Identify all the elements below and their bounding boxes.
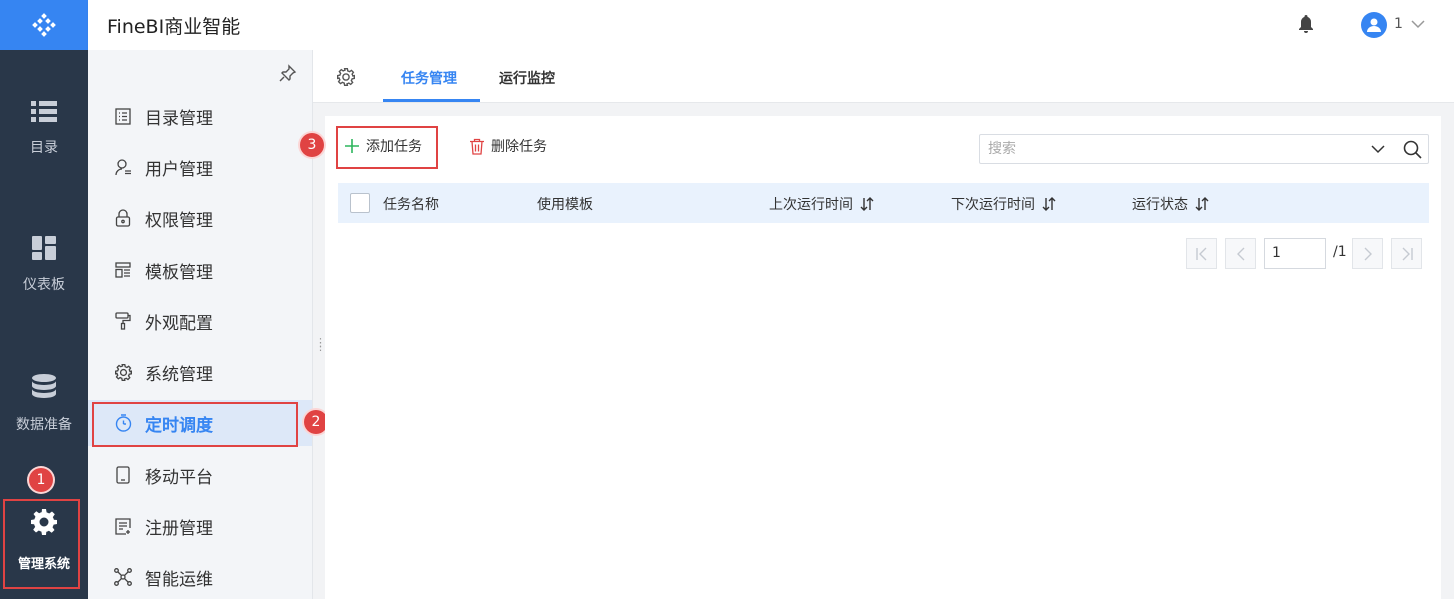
search-box — [979, 134, 1429, 164]
register-icon — [114, 517, 131, 535]
template-icon — [115, 262, 131, 278]
menu-item-label: 目录管理 — [145, 108, 213, 129]
bell-icon — [1299, 15, 1313, 33]
user-name[interactable]: 1 — [1394, 16, 1403, 32]
menu-item-label: 外观配置 — [145, 313, 213, 334]
menu-item-mobile[interactable]: 移动平台 — [88, 452, 312, 498]
prev-page-button[interactable] — [1225, 238, 1256, 269]
next-page-button[interactable] — [1352, 238, 1383, 269]
sort-icon[interactable] — [1195, 197, 1209, 211]
column-header-status[interactable]: 运行状态 — [1132, 194, 1209, 214]
task-panel: 添加任务 删除任务 任务名称 使用模板 上次运行时间 下次运行时间 运行状态 1… — [325, 116, 1441, 599]
menu-item-users[interactable]: 用户管理 — [88, 144, 312, 190]
database-icon — [32, 374, 56, 398]
last-page-button[interactable] — [1391, 238, 1422, 269]
active-tab-indicator — [383, 99, 480, 102]
settings-button[interactable] — [337, 68, 355, 90]
tab-run-monitor[interactable]: 运行监控 — [499, 68, 555, 88]
column-header-template: 使用模板 — [537, 194, 593, 214]
menu-item-ops[interactable]: 智能运维 — [88, 554, 312, 599]
rail-item-data-prep[interactable]: 数据准备 — [0, 374, 88, 434]
chevron-left-icon — [1236, 247, 1244, 260]
search-dropdown[interactable] — [1370, 142, 1386, 160]
app-logo[interactable] — [0, 0, 88, 50]
menu-item-catalog[interactable]: 目录管理 — [88, 93, 312, 139]
menu-item-register[interactable]: 注册管理 — [88, 503, 312, 549]
rail-item-label: 目录 — [30, 140, 58, 156]
chevron-right-icon — [1364, 247, 1372, 260]
menu-item-label: 智能运维 — [145, 569, 213, 590]
tab-bar: 任务管理 运行监控 — [313, 50, 1454, 103]
menu-item-label: 移动平台 — [145, 467, 213, 488]
pin-button[interactable] — [279, 64, 297, 86]
search-input[interactable] — [988, 139, 1358, 159]
pin-icon — [279, 64, 297, 82]
menu-item-label: 系统管理 — [145, 364, 213, 385]
rail-item-label: 仪表板 — [23, 277, 65, 293]
menu-item-templates[interactable]: 模板管理 — [88, 247, 312, 293]
menu-item-appearance[interactable]: 外观配置 — [88, 298, 312, 344]
admin-menu: 目录管理 用户管理 权限管理 模板管理 外观配置 系统管理 定时调度 移动平台 … — [88, 50, 313, 599]
column-header-next-run[interactable]: 下次运行时间 — [951, 194, 1056, 214]
menu-item-label: 用户管理 — [145, 159, 213, 180]
sort-icon[interactable] — [860, 197, 874, 211]
search-button[interactable] — [1403, 140, 1422, 163]
list-icon — [31, 101, 57, 122]
select-all-checkbox[interactable] — [350, 193, 370, 213]
column-header-last-run[interactable]: 上次运行时间 — [769, 194, 874, 214]
highlight-box-2 — [92, 402, 298, 447]
top-header: FineBI商业智能 1 — [88, 0, 1454, 50]
sort-icon[interactable] — [1042, 197, 1056, 211]
column-label: 使用模板 — [537, 197, 593, 213]
trash-icon — [470, 138, 484, 155]
page-total: /1 — [1333, 244, 1347, 260]
gear-icon — [114, 363, 132, 381]
user-avatar-icon — [1367, 18, 1381, 32]
highlight-box-3 — [336, 126, 438, 169]
delete-task-label: 删除任务 — [491, 139, 547, 155]
annotation-badge-1: 1 — [29, 468, 53, 492]
dashboard-icon — [32, 236, 56, 260]
tab-task-management[interactable]: 任务管理 — [401, 68, 457, 88]
lock-icon — [115, 209, 131, 227]
table-header: 任务名称 使用模板 上次运行时间 下次运行时间 运行状态 — [338, 183, 1429, 223]
menu-item-system[interactable]: 系统管理 — [88, 349, 312, 395]
last-page-icon — [1402, 247, 1413, 260]
user-icon — [114, 158, 131, 175]
highlight-box-1 — [3, 499, 80, 589]
column-label: 运行状态 — [1132, 197, 1188, 213]
chevron-down-icon — [1371, 145, 1385, 154]
first-page-icon — [1195, 247, 1206, 260]
column-label: 下次运行时间 — [951, 197, 1035, 213]
catalog-icon — [115, 107, 131, 125]
mobile-icon — [116, 466, 130, 484]
annotation-badge-3: 3 — [300, 133, 324, 157]
column-header-task-name: 任务名称 — [383, 194, 439, 214]
gear-icon — [337, 68, 355, 86]
column-label: 任务名称 — [383, 197, 439, 213]
page-number-input[interactable]: 1 — [1264, 238, 1326, 269]
notification-button[interactable] — [1298, 15, 1314, 37]
rail-item-label: 数据准备 — [16, 417, 72, 433]
network-icon — [114, 568, 132, 586]
app-title: FineBI商业智能 — [107, 16, 241, 38]
user-menu-toggle[interactable] — [1410, 16, 1426, 36]
logo-icon — [32, 13, 56, 37]
column-label: 上次运行时间 — [769, 197, 853, 213]
rail-item-catalog[interactable]: 目录 — [0, 99, 88, 157]
avatar[interactable] — [1361, 12, 1387, 38]
chevron-down-icon — [1411, 20, 1425, 29]
rail-item-dashboard[interactable]: 仪表板 — [0, 236, 88, 294]
search-icon — [1403, 140, 1422, 159]
menu-item-label: 模板管理 — [145, 262, 213, 283]
menu-item-label: 注册管理 — [145, 518, 213, 539]
menu-item-permissions[interactable]: 权限管理 — [88, 195, 312, 241]
paint-roller-icon — [115, 312, 131, 330]
menu-item-label: 权限管理 — [145, 210, 213, 231]
delete-task-button[interactable]: 删除任务 — [469, 136, 547, 156]
first-page-button[interactable] — [1186, 238, 1217, 269]
